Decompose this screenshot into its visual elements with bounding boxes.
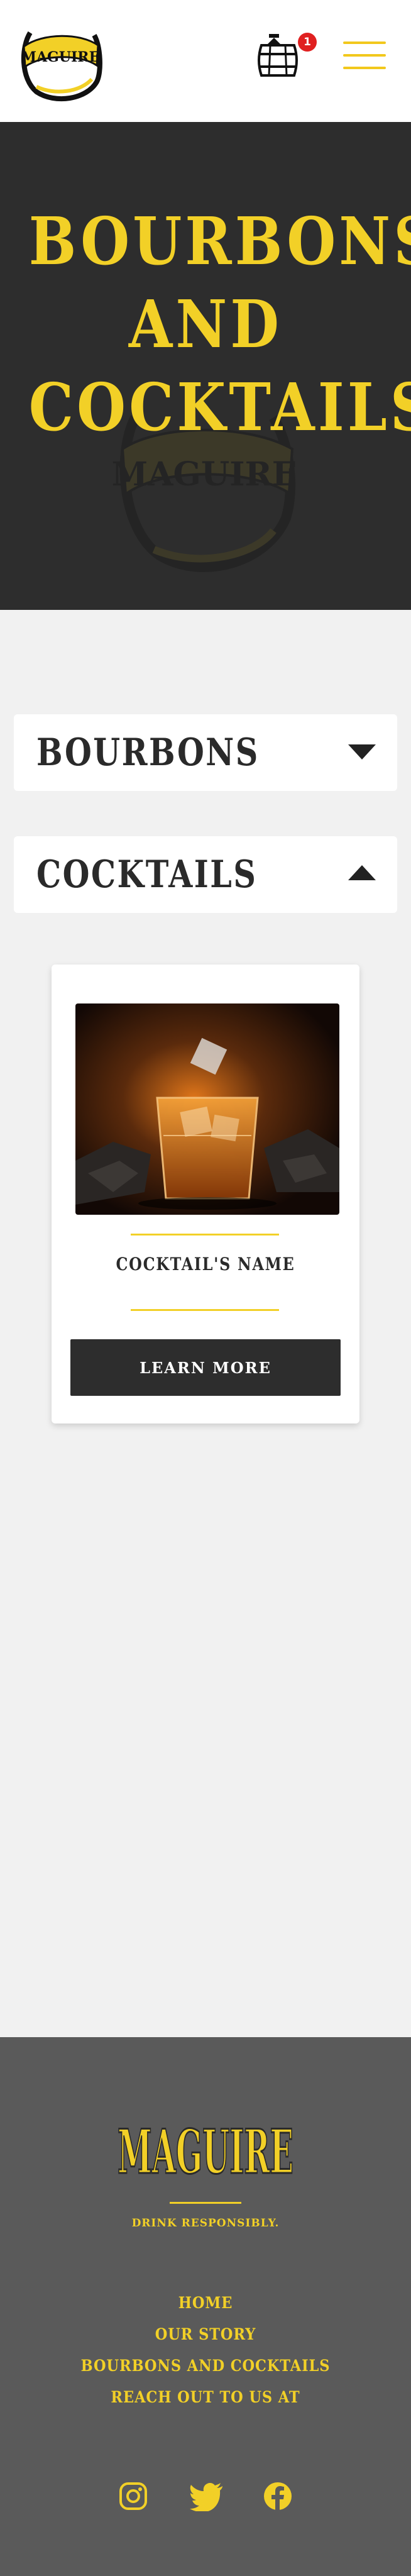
- cocktail-image: [75, 1003, 339, 1215]
- instagram-icon[interactable]: [118, 2481, 148, 2511]
- barrel-cart-icon[interactable]: [256, 33, 304, 78]
- site-footer: MAGUIRE DRINK RESPONSIBLY. HOME OUR STOR…: [0, 2037, 411, 2576]
- footer-link-bourbons-and-cocktails[interactable]: BOURBONS AND COCKTAILS: [21, 2357, 391, 2375]
- footer-link-our-story[interactable]: OUR STORY: [21, 2325, 391, 2343]
- hero-banner: MAGUIRE BOURBONS AND COCKTAILS: [0, 122, 411, 610]
- cocktail-name: COCKTAIL'S NAME: [116, 1254, 295, 1274]
- svg-text:MAGUIRE: MAGUIRE: [118, 2116, 293, 2187]
- menu-bar-icon: [343, 41, 386, 44]
- site-header: MAGUIRE 1: [0, 0, 411, 122]
- accordion-label: COCKTAILS: [36, 853, 258, 897]
- menu-bar-icon: [343, 67, 386, 69]
- footer-divider: [170, 2202, 241, 2204]
- hero-title-line: COCKTAILS: [28, 368, 411, 446]
- svg-text:MAGUIRE: MAGUIRE: [112, 455, 297, 494]
- card-divider: [131, 1309, 279, 1311]
- card-divider: [131, 1234, 279, 1235]
- caret-down-icon: [348, 744, 376, 760]
- cocktail-card: COCKTAIL'S NAME LEARN MORE: [52, 965, 359, 1423]
- footer-link-reach-out[interactable]: REACH OUT TO US AT: [21, 2388, 391, 2406]
- accordion-cocktails[interactable]: COCKTAILS: [14, 836, 397, 913]
- cart-count-badge: 1: [298, 33, 317, 52]
- footer-link-home[interactable]: HOME: [21, 2294, 391, 2312]
- learn-more-button[interactable]: LEARN MORE: [70, 1339, 341, 1396]
- caret-up-icon: [348, 865, 376, 880]
- hamburger-menu-button[interactable]: [343, 41, 386, 69]
- svg-text:MAGUIRE: MAGUIRE: [21, 49, 100, 65]
- accordion-bourbons[interactable]: BOURBONS: [14, 714, 397, 791]
- hero-title-line: AND: [128, 285, 283, 363]
- facebook-icon[interactable]: [263, 2481, 293, 2511]
- tagline: DRINK RESPONSIBLY.: [131, 2217, 280, 2230]
- hero-title: BOURBONS AND COCKTAILS: [28, 200, 411, 449]
- hero-title-line: BOURBONS: [28, 202, 411, 280]
- accordion-label: BOURBONS: [36, 731, 260, 775]
- twitter-icon[interactable]: [190, 2481, 224, 2511]
- footer-logo[interactable]: MAGUIRE: [114, 2096, 297, 2191]
- menu-bar-icon: [343, 54, 386, 57]
- maguire-logo[interactable]: MAGUIRE: [18, 21, 103, 102]
